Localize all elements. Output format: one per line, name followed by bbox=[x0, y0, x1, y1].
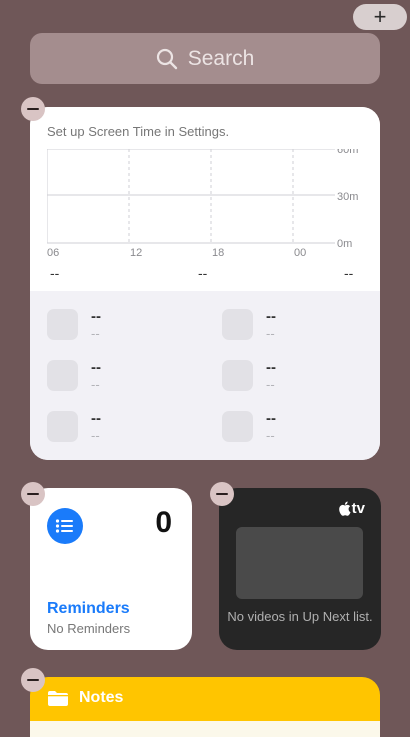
summary-value-2: -- bbox=[198, 265, 208, 281]
list-icon bbox=[47, 508, 83, 544]
app-usage-item: -- -- bbox=[47, 309, 101, 340]
x-tick-18: 18 bbox=[212, 247, 224, 259]
screen-time-chart: 60m 30m 0m 06 12 18 00 bbox=[47, 149, 358, 259]
app-usage-item: -- -- bbox=[47, 360, 101, 391]
app-icon bbox=[47, 411, 78, 442]
add-widget-button[interactable]: + bbox=[353, 4, 407, 30]
app-icon bbox=[222, 360, 253, 391]
remove-tv-widget-button[interactable] bbox=[210, 482, 234, 506]
tv-thumbnail-placeholder bbox=[236, 527, 363, 599]
y-tick-30m: 30m bbox=[337, 191, 358, 203]
y-tick-0m: 0m bbox=[337, 238, 352, 250]
x-tick-06: 06 bbox=[47, 247, 59, 259]
summary-value-1: -- bbox=[50, 265, 60, 281]
widget-search-bar[interactable]: Search bbox=[30, 33, 380, 84]
app-usage-item: -- -- bbox=[222, 411, 276, 442]
screen-time-widget[interactable]: Set up Screen Time in Settings. 60m 30m … bbox=[30, 107, 380, 460]
reminders-widget[interactable]: 0 Reminders No Reminders bbox=[30, 488, 192, 650]
notes-title: Notes bbox=[79, 689, 124, 706]
x-tick-12: 12 bbox=[130, 247, 142, 259]
app-name: -- bbox=[266, 308, 276, 325]
app-name: -- bbox=[266, 410, 276, 427]
app-icon bbox=[47, 309, 78, 340]
notes-content bbox=[30, 721, 380, 737]
apple-tv-widget[interactable]: tv No videos in Up Next list. bbox=[219, 488, 381, 650]
app-time: -- bbox=[91, 428, 100, 443]
apple-logo-icon bbox=[338, 501, 351, 516]
app-usage-item: -- -- bbox=[47, 411, 101, 442]
notes-header: Notes bbox=[47, 689, 123, 707]
app-time: -- bbox=[266, 326, 275, 341]
search-label: Search bbox=[187, 46, 255, 70]
screen-time-message: Set up Screen Time in Settings. bbox=[47, 124, 230, 139]
app-usage-item: -- -- bbox=[222, 309, 276, 340]
remove-screen-time-widget-button[interactable] bbox=[21, 97, 45, 121]
app-name: -- bbox=[266, 359, 276, 376]
app-time: -- bbox=[266, 377, 275, 392]
y-tick-60m: 60m bbox=[337, 149, 358, 156]
folder-icon bbox=[48, 690, 68, 706]
screen-time-apps: -- -- -- -- -- -- -- -- -- -- -- -- bbox=[30, 291, 380, 460]
app-time: -- bbox=[266, 428, 275, 443]
app-name: -- bbox=[91, 410, 101, 427]
apple-tv-logo: tv bbox=[338, 500, 365, 517]
app-time: -- bbox=[91, 326, 100, 341]
remove-reminders-widget-button[interactable] bbox=[21, 482, 45, 506]
app-usage-item: -- -- bbox=[222, 360, 276, 391]
app-name: -- bbox=[91, 308, 101, 325]
summary-value-3: -- bbox=[344, 265, 354, 281]
x-tick-00: 00 bbox=[294, 247, 306, 259]
reminders-title: Reminders bbox=[47, 600, 130, 617]
app-icon bbox=[222, 411, 253, 442]
app-name: -- bbox=[91, 359, 101, 376]
screen-time-chart-area: Set up Screen Time in Settings. 60m 30m … bbox=[30, 107, 380, 291]
remove-notes-widget-button[interactable] bbox=[21, 668, 45, 692]
reminders-count: 0 bbox=[155, 506, 172, 539]
plus-label: + bbox=[373, 4, 387, 29]
notes-widget[interactable]: Notes bbox=[30, 677, 380, 737]
tv-empty-message: No videos in Up Next list. bbox=[227, 609, 373, 624]
reminders-subtitle: No Reminders bbox=[47, 621, 131, 636]
app-icon bbox=[222, 309, 253, 340]
tv-logo-text: tv bbox=[351, 500, 365, 517]
search-icon bbox=[156, 48, 177, 69]
app-time: -- bbox=[91, 377, 100, 392]
app-icon bbox=[47, 360, 78, 391]
